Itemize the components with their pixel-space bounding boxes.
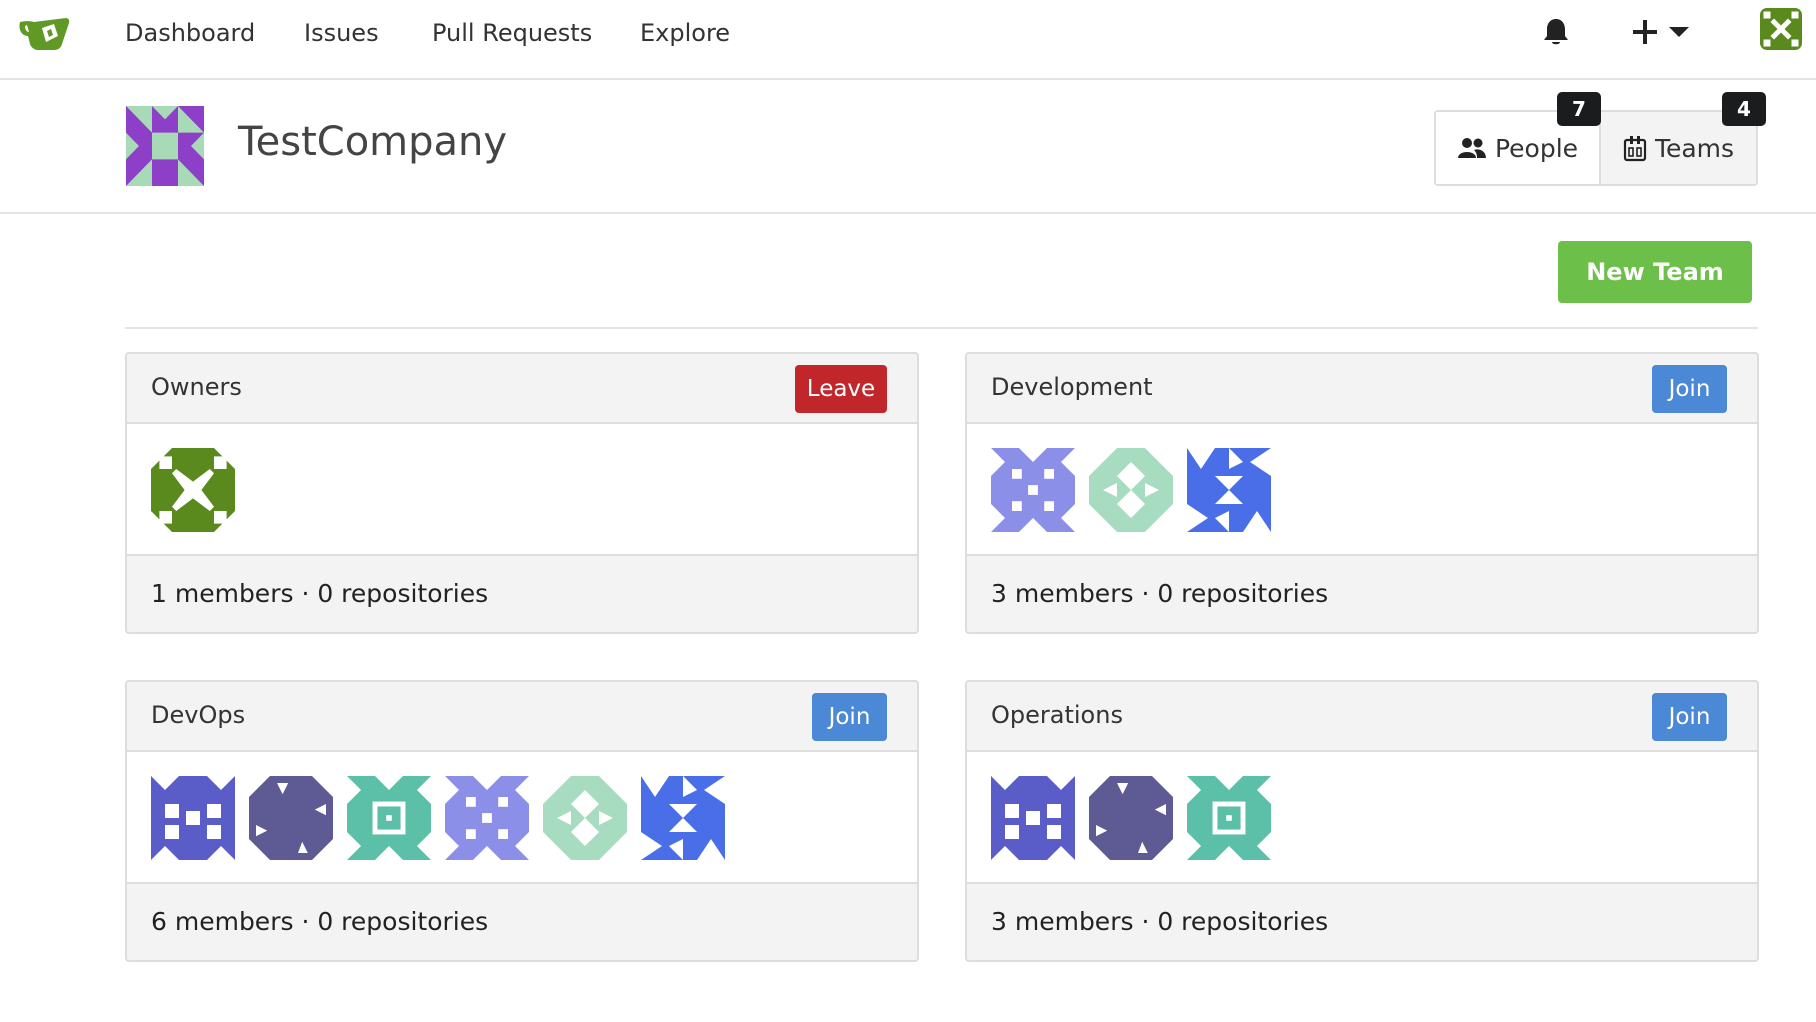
team-card-footer: 6 members · 0 repositories [127,884,917,960]
leave-team-button[interactable]: Leave [795,365,887,413]
team-card-operations: Operations Join 3 members · 0 repositori… [965,680,1759,962]
team-members [127,424,917,556]
team-card-footer: 1 members · 0 repositories [127,556,917,632]
nav-explore[interactable]: Explore [640,17,730,49]
team-card-header: DevOps Join [127,682,917,752]
caret-down-icon [1669,27,1689,37]
team-members [127,752,917,884]
team-card-devops: DevOps Join 6 members · 0 repositories [125,680,919,962]
member-avatar[interactable] [347,776,431,860]
create-new-dropdown[interactable] [1632,12,1692,52]
team-members [967,752,1757,884]
member-avatar[interactable] [1187,448,1271,532]
member-avatar[interactable] [151,448,235,532]
team-card-owners: Owners Leave 1 members · 0 repositories [125,352,919,634]
gitea-logo-icon[interactable] [18,14,72,54]
team-name[interactable]: Operations [991,699,1123,731]
member-avatar[interactable] [249,776,333,860]
user-avatar[interactable] [1760,8,1802,50]
team-name[interactable]: DevOps [151,699,245,731]
member-avatar[interactable] [1089,448,1173,532]
team-stats: 6 members · 0 repositories [151,907,489,936]
people-count-badge: 7 [1557,92,1601,126]
bell-icon [1544,19,1568,45]
org-header: TestCompany People 7 Teams 4 [0,80,1816,214]
team-card-header: Owners Leave [127,354,917,424]
nav-pull-requests[interactable]: Pull Requests [432,17,592,49]
tab-people[interactable]: People 7 [1436,92,1601,184]
member-avatar[interactable] [991,776,1075,860]
join-team-button[interactable]: Join [1652,693,1727,741]
org-name: TestCompany [238,119,508,165]
team-stats: 1 members · 0 repositories [151,579,489,608]
org-tabs: People 7 Teams 4 [1434,92,1766,186]
teams-icon [1623,136,1647,162]
team-card-header: Operations Join [967,682,1757,752]
member-avatar[interactable] [543,776,627,860]
join-team-button[interactable]: Join [812,693,887,741]
member-avatar[interactable] [641,776,725,860]
member-avatar[interactable] [151,776,235,860]
tab-teams-label: Teams [1654,133,1735,163]
team-card-footer: 3 members · 0 repositories [967,556,1757,632]
org-avatar[interactable] [126,106,204,186]
team-name[interactable]: Development [991,371,1153,403]
people-icon [1457,138,1486,158]
member-avatar[interactable] [1187,776,1271,860]
team-stats: 3 members · 0 repositories [991,579,1329,608]
team-name[interactable]: Owners [151,371,242,403]
tab-people-label: People [1494,133,1579,163]
teams-count-badge: 4 [1722,92,1766,126]
section-divider [125,327,1758,329]
top-navbar: Dashboard Issues Pull Requests Explore [0,0,1816,80]
plus-icon [1633,20,1657,44]
new-team-button[interactable]: New Team [1558,241,1752,303]
team-card-footer: 3 members · 0 repositories [967,884,1757,960]
team-card-development: Development Join 3 members · 0 repositor… [965,352,1759,634]
member-avatar[interactable] [1089,776,1173,860]
member-avatar[interactable] [991,448,1075,532]
tab-teams[interactable]: Teams 4 [1601,92,1766,184]
team-members [967,424,1757,556]
member-avatar[interactable] [445,776,529,860]
nav-dashboard[interactable]: Dashboard [125,17,255,49]
join-team-button[interactable]: Join [1652,365,1727,413]
team-card-header: Development Join [967,354,1757,424]
team-stats: 3 members · 0 repositories [991,907,1329,936]
notifications-button[interactable] [1542,12,1570,52]
nav-issues[interactable]: Issues [304,17,379,49]
